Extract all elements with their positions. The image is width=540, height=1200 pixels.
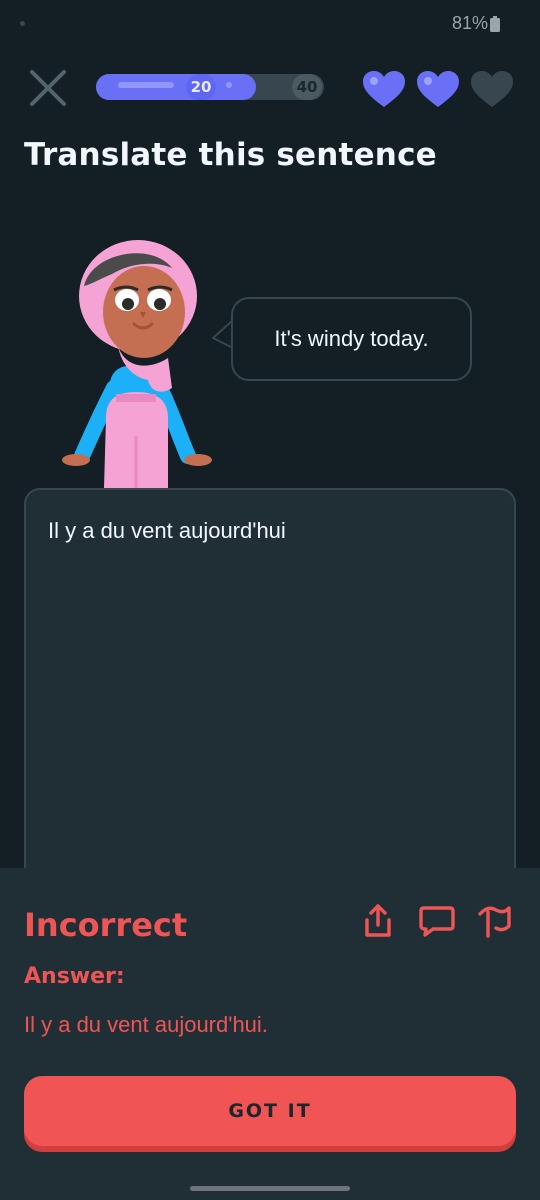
hearts-indicator [362,70,514,110]
comment-icon[interactable] [418,902,456,940]
character-illustration [62,240,212,488]
share-icon[interactable] [359,902,397,940]
page-title: Translate this sentence [24,137,437,173]
answer-label: Answer: [24,964,125,989]
correct-answer-text: Il y a du vent aujourd'hui. [24,1012,268,1037]
heart-icon [363,71,405,107]
got-it-button[interactable]: GOT IT [24,1076,516,1152]
user-answer-text: Il y a du vent aujourd'hui [48,518,286,543]
feedback-panel: Incorrect Answer: Il y a du vent aujourd… [0,868,540,1200]
lesson-progress-bar: 20 40 [96,74,324,100]
close-icon[interactable] [26,66,70,110]
report-flag-icon[interactable] [476,902,514,940]
speech-text: It's windy today. [274,326,429,351]
heart-icon [417,71,459,107]
got-it-button-face[interactable]: GOT IT [24,1076,516,1146]
answer-textarea[interactable]: Il y a du vent aujourd'hui [24,488,516,908]
progress-shine-dot [226,82,232,88]
milestone-badge-40: 40 [292,74,322,100]
feedback-title: Incorrect [24,906,188,944]
home-indicator[interactable] [190,1186,350,1191]
status-bar: 81% [0,0,540,50]
progress-shine [118,82,174,88]
heart-empty-icon [471,71,513,107]
notification-dot [20,21,25,26]
speech-bubble: It's windy today. [231,297,472,381]
battery-percent: 81% [451,13,488,33]
battery-icon [490,16,500,32]
milestone-badge-20: 20 [186,74,216,100]
